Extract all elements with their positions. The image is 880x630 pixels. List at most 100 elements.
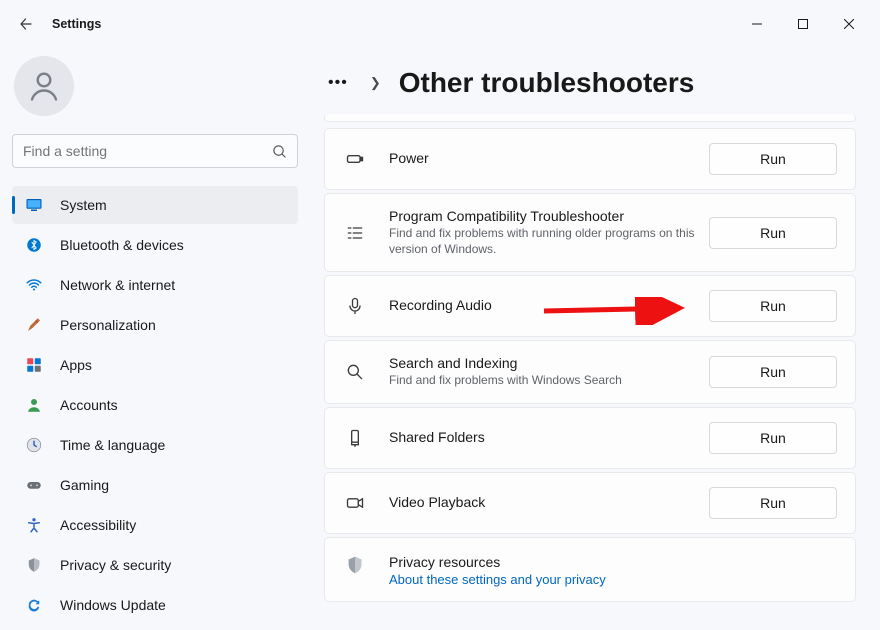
troubleshooter-card-mic: Recording Audio Run (324, 275, 856, 337)
page-title: Other troubleshooters (399, 67, 695, 99)
search-icon-wrap (343, 362, 367, 382)
person-icon (25, 396, 43, 414)
microphone-icon (345, 296, 365, 316)
sidebar-item-clock[interactable]: Time & language (12, 426, 298, 464)
compat-list-icon (345, 223, 365, 243)
card-text: Power (389, 150, 709, 168)
sidebar-item-label: Time & language (60, 437, 165, 453)
card-text: Video Playback (389, 494, 709, 512)
folder-icon-wrap (343, 428, 367, 448)
maximize-icon (798, 19, 808, 29)
card-title: Power (389, 150, 709, 166)
battery-icon (345, 149, 365, 169)
sidebar-item-label: Accessibility (60, 517, 136, 533)
troubleshooter-list: Power Run Program Compatibility Troubles… (324, 114, 856, 602)
sidebar-item-label: System (60, 197, 107, 213)
sidebar-item-label: Personalization (60, 317, 156, 333)
sidebar-item-wifi[interactable]: Network & internet (12, 266, 298, 304)
shield-icon-wrap (24, 555, 44, 575)
sidebar-item-person[interactable]: Accounts (12, 386, 298, 424)
search-icon (272, 144, 287, 159)
run-button[interactable]: Run (709, 143, 837, 175)
card-title: Video Playback (389, 494, 709, 510)
card-title: Search and Indexing (389, 355, 709, 371)
video-icon (345, 493, 365, 513)
sidebar-item-shield[interactable]: Privacy & security (12, 546, 298, 584)
card-text: Search and Indexing Find and fix problems… (389, 355, 709, 389)
run-button[interactable]: Run (709, 422, 837, 454)
gamepad-icon-wrap (24, 475, 44, 495)
card-text: Program Compatibility Troubleshooter Find… (389, 208, 709, 257)
shield-icon (25, 556, 43, 574)
titlebar: Settings (0, 0, 880, 48)
sidebar: System Bluetooth & devices Network & inter… (0, 48, 310, 630)
card-title: Program Compatibility Troubleshooter (389, 208, 709, 224)
sidebar-item-system[interactable]: System (12, 186, 298, 224)
card-subtitle: Find and fix problems with Windows Searc… (389, 373, 709, 389)
privacy-link[interactable]: About these settings and your privacy (389, 572, 837, 587)
wifi-icon-wrap (24, 275, 44, 295)
avatar[interactable] (14, 56, 74, 116)
sidebar-item-bluetooth[interactable]: Bluetooth & devices (12, 226, 298, 264)
clock-icon-wrap (24, 435, 44, 455)
back-button[interactable] (8, 6, 44, 42)
card-title: Shared Folders (389, 429, 709, 445)
troubleshooter-card-folder: Shared Folders Run (324, 407, 856, 469)
sidebar-item-update[interactable]: Windows Update (12, 586, 298, 624)
sidebar-item-gamepad[interactable]: Gaming (12, 466, 298, 504)
apps-icon (25, 356, 43, 374)
search-box[interactable] (12, 134, 298, 168)
sidebar-item-label: Windows Update (60, 597, 166, 613)
troubleshooter-card-compat: Program Compatibility Troubleshooter Find… (324, 193, 856, 272)
card-text: Privacy resources About these settings a… (389, 554, 837, 587)
brush-icon (25, 316, 43, 334)
sidebar-item-label: Privacy & security (60, 557, 171, 573)
minimize-button[interactable] (734, 8, 780, 40)
sidebar-item-label: Apps (60, 357, 92, 373)
card-subtitle: Find and fix problems with running older… (389, 226, 709, 257)
window-controls (734, 8, 872, 40)
accessibility-icon-wrap (24, 515, 44, 535)
sidebar-item-accessibility[interactable]: Accessibility (12, 506, 298, 544)
bluetooth-icon-wrap (24, 235, 44, 255)
sidebar-item-apps[interactable]: Apps (12, 346, 298, 384)
bluetooth-icon (25, 236, 43, 254)
magnifier-icon (345, 362, 365, 382)
run-button[interactable]: Run (709, 290, 837, 322)
sidebar-item-label: Network & internet (60, 277, 175, 293)
run-button[interactable]: Run (709, 217, 837, 249)
breadcrumb-more-icon[interactable]: ••• (324, 74, 352, 92)
card-title: Recording Audio (389, 297, 709, 313)
breadcrumb: ••• ❯ Other troubleshooters (324, 56, 856, 110)
maximize-button[interactable] (780, 8, 826, 40)
person-icon (26, 68, 62, 104)
shield-icon (344, 554, 366, 576)
compat-icon-wrap (343, 223, 367, 243)
main-content: ••• ❯ Other troubleshooters Power Run Pr… (310, 48, 880, 630)
clock-icon (25, 436, 43, 454)
sidebar-item-label: Accounts (60, 397, 118, 413)
troubleshooter-card-search: Search and Indexing Find and fix problems… (324, 340, 856, 404)
wifi-icon (25, 276, 43, 294)
gamepad-icon (25, 476, 43, 494)
run-button[interactable]: Run (709, 487, 837, 519)
card-text: Recording Audio (389, 297, 709, 315)
accessibility-icon (25, 516, 43, 534)
search-input[interactable] (23, 143, 272, 159)
power-icon-wrap (343, 149, 367, 169)
card-sliver (324, 114, 856, 122)
close-icon (844, 19, 854, 29)
close-button[interactable] (826, 8, 872, 40)
shared-folder-icon (345, 428, 365, 448)
person-icon-wrap (24, 395, 44, 415)
card-text: Shared Folders (389, 429, 709, 447)
back-arrow-icon (18, 16, 34, 32)
run-button[interactable]: Run (709, 356, 837, 388)
troubleshooter-card-power: Power Run (324, 128, 856, 190)
apps-icon-wrap (24, 355, 44, 375)
update-icon (25, 596, 43, 614)
chevron-right-icon: ❯ (370, 75, 381, 91)
sidebar-item-brush[interactable]: Personalization (12, 306, 298, 344)
update-icon-wrap (24, 595, 44, 615)
minimize-icon (752, 19, 762, 29)
